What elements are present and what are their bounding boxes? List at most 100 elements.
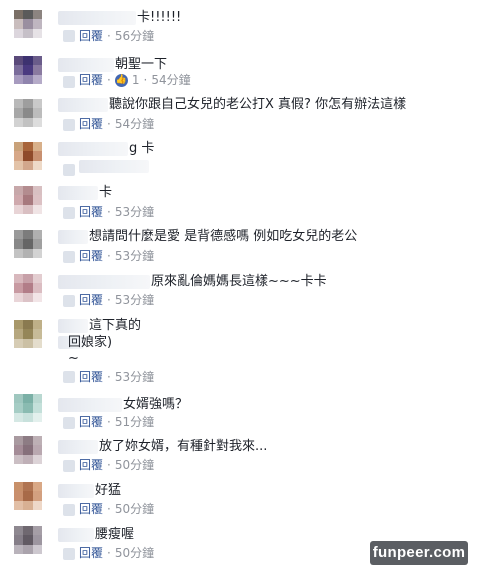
commenter-name[interactable] xyxy=(58,398,122,412)
site-watermark: funpeer.com xyxy=(370,541,468,565)
reply-icon xyxy=(63,371,75,383)
reply-icon xyxy=(63,76,75,88)
avatar[interactable] xyxy=(14,274,42,302)
separator: · xyxy=(107,502,111,516)
reply-button[interactable]: 回覆 xyxy=(79,116,103,132)
reply-icon xyxy=(63,30,75,42)
commenter-name[interactable] xyxy=(58,186,98,200)
comment-text: 女婿強嗎？ xyxy=(123,397,189,412)
like-icon: 👍 xyxy=(114,73,128,87)
separator: · xyxy=(107,29,111,43)
reply-button[interactable]: 回覆 xyxy=(79,248,103,264)
separator: · xyxy=(107,546,111,560)
comment-text: 卡!!!!!! xyxy=(137,10,182,25)
separator: · xyxy=(107,370,111,384)
like-count[interactable]: 👍 1 xyxy=(114,72,140,88)
comment-item: 卡!!!!!! 回覆 · 56分鐘 xyxy=(0,0,486,44)
comment-text: 回娘家) xyxy=(68,335,113,350)
separator: · xyxy=(107,415,111,429)
comment-text: ~ xyxy=(68,351,79,366)
reply-icon xyxy=(63,504,75,516)
reply-button[interactable]: 回覆 xyxy=(79,501,103,517)
comment-text: 腰瘦喔 xyxy=(95,527,135,542)
comment-actions: 回覆 · 54分鐘 xyxy=(79,116,154,132)
reply-button[interactable]: 回覆 xyxy=(79,457,103,473)
avatar[interactable] xyxy=(14,320,42,348)
timestamp[interactable]: 50分鐘 xyxy=(115,545,154,561)
commenter-name[interactable] xyxy=(58,528,94,542)
commenter-name[interactable] xyxy=(58,58,114,72)
separator: · xyxy=(107,293,111,307)
timestamp[interactable]: 51分鐘 xyxy=(115,414,154,430)
comment-text: 這下真的 xyxy=(89,318,142,333)
reply-icon xyxy=(63,251,75,263)
comment-text: 朝聖一下 xyxy=(115,57,168,72)
avatar[interactable] xyxy=(14,394,42,422)
comment-text: 卡 xyxy=(99,185,113,200)
comment-item: 卡 回覆 · 53分鐘 xyxy=(0,182,486,226)
reply-icon xyxy=(63,295,75,307)
commenter-name[interactable] xyxy=(58,484,94,498)
comment-item: 好猛 回覆 · 50分鐘 xyxy=(0,478,486,522)
comment-actions: 回覆 · 51分鐘 xyxy=(79,414,154,430)
comment-item: 想請問什麼是愛 是背德感嗎 例如吃女兒的老公 回覆 · 53分鐘 xyxy=(0,226,486,270)
timestamp[interactable]: 53分鐘 xyxy=(115,204,154,220)
avatar[interactable] xyxy=(14,482,42,510)
avatar[interactable] xyxy=(14,56,42,84)
reply-button[interactable]: 回覆 xyxy=(79,28,103,44)
comment-actions: 回覆 · 50分鐘 xyxy=(79,501,154,517)
timestamp[interactable]: 54分鐘 xyxy=(151,72,190,88)
timestamp[interactable]: 53分鐘 xyxy=(115,248,154,264)
commenter-name[interactable] xyxy=(58,11,136,25)
comment-actions: 回覆 · 53分鐘 xyxy=(79,248,154,264)
avatar[interactable] xyxy=(14,99,42,127)
comment-item: 放了妳女婿，有種針對我來... 回覆 · 50分鐘 xyxy=(0,434,486,478)
reply-action-blurred[interactable] xyxy=(79,160,149,173)
reply-button[interactable]: 回覆 xyxy=(79,545,103,561)
avatar[interactable] xyxy=(14,186,42,214)
comment-item: 聽說你跟自己女兒的老公打X 真假? 你怎有辦法這樣 回覆 · 54分鐘 xyxy=(0,93,486,137)
like-count-value: 1 xyxy=(131,73,140,87)
timestamp[interactable]: 53分鐘 xyxy=(115,292,154,308)
separator: · xyxy=(107,73,111,87)
comment-item: 這下真的 回娘家) ~ 回覆 · 53分鐘 xyxy=(0,314,486,390)
comment-actions: 回覆 · 53分鐘 xyxy=(79,292,154,308)
reply-icon xyxy=(63,164,75,176)
reply-button[interactable]: 回覆 xyxy=(79,72,103,88)
comment-actions: 回覆 · 50分鐘 xyxy=(79,545,154,561)
avatar[interactable] xyxy=(14,10,42,38)
comment-item: 原來亂倫媽媽長這樣~~~卡卡 回覆 · 53分鐘 xyxy=(0,270,486,314)
reply-icon xyxy=(63,417,75,429)
reply-button[interactable]: 回覆 xyxy=(79,414,103,430)
separator: · xyxy=(143,73,148,87)
commenter-name[interactable] xyxy=(58,275,150,289)
commenter-name[interactable] xyxy=(58,319,88,333)
timestamp[interactable]: 50分鐘 xyxy=(115,501,154,517)
comment-actions: 回覆 · 56分鐘 xyxy=(79,28,154,44)
avatar[interactable] xyxy=(14,526,42,554)
comment-item: 朝聖一下 回覆 · 👍 1 · 54分鐘 xyxy=(0,50,486,94)
timestamp[interactable]: 56分鐘 xyxy=(115,28,154,44)
avatar[interactable] xyxy=(14,142,42,170)
avatar[interactable] xyxy=(14,436,42,464)
commenter-name[interactable] xyxy=(58,230,88,244)
comment-text: 想請問什麼是愛 是背德感嗎 例如吃女兒的老公 xyxy=(89,229,358,244)
reply-icon xyxy=(63,207,75,219)
timestamp[interactable]: 53分鐘 xyxy=(115,369,154,385)
comment-text: 原來亂倫媽媽長這樣~~~卡卡 xyxy=(151,274,327,289)
avatar[interactable] xyxy=(14,230,42,258)
timestamp[interactable]: 54分鐘 xyxy=(115,116,154,132)
comment-actions: 回覆 · 53分鐘 xyxy=(79,369,154,385)
comment-text: 好猛 xyxy=(95,483,122,498)
commenter-name[interactable] xyxy=(58,98,108,112)
comment-item: g 卡 xyxy=(0,138,486,182)
timestamp[interactable]: 50分鐘 xyxy=(115,457,154,473)
commenter-name[interactable] xyxy=(58,142,128,156)
commenter-name[interactable] xyxy=(58,440,98,454)
reply-button[interactable]: 回覆 xyxy=(79,369,103,385)
reply-button[interactable]: 回覆 xyxy=(79,292,103,308)
comment-text: 聽說你跟自己女兒的老公打X 真假? 你怎有辦法這樣 xyxy=(109,97,407,112)
comment-text: g 卡 xyxy=(129,141,155,156)
reply-button[interactable]: 回覆 xyxy=(79,204,103,220)
separator: · xyxy=(107,205,111,219)
